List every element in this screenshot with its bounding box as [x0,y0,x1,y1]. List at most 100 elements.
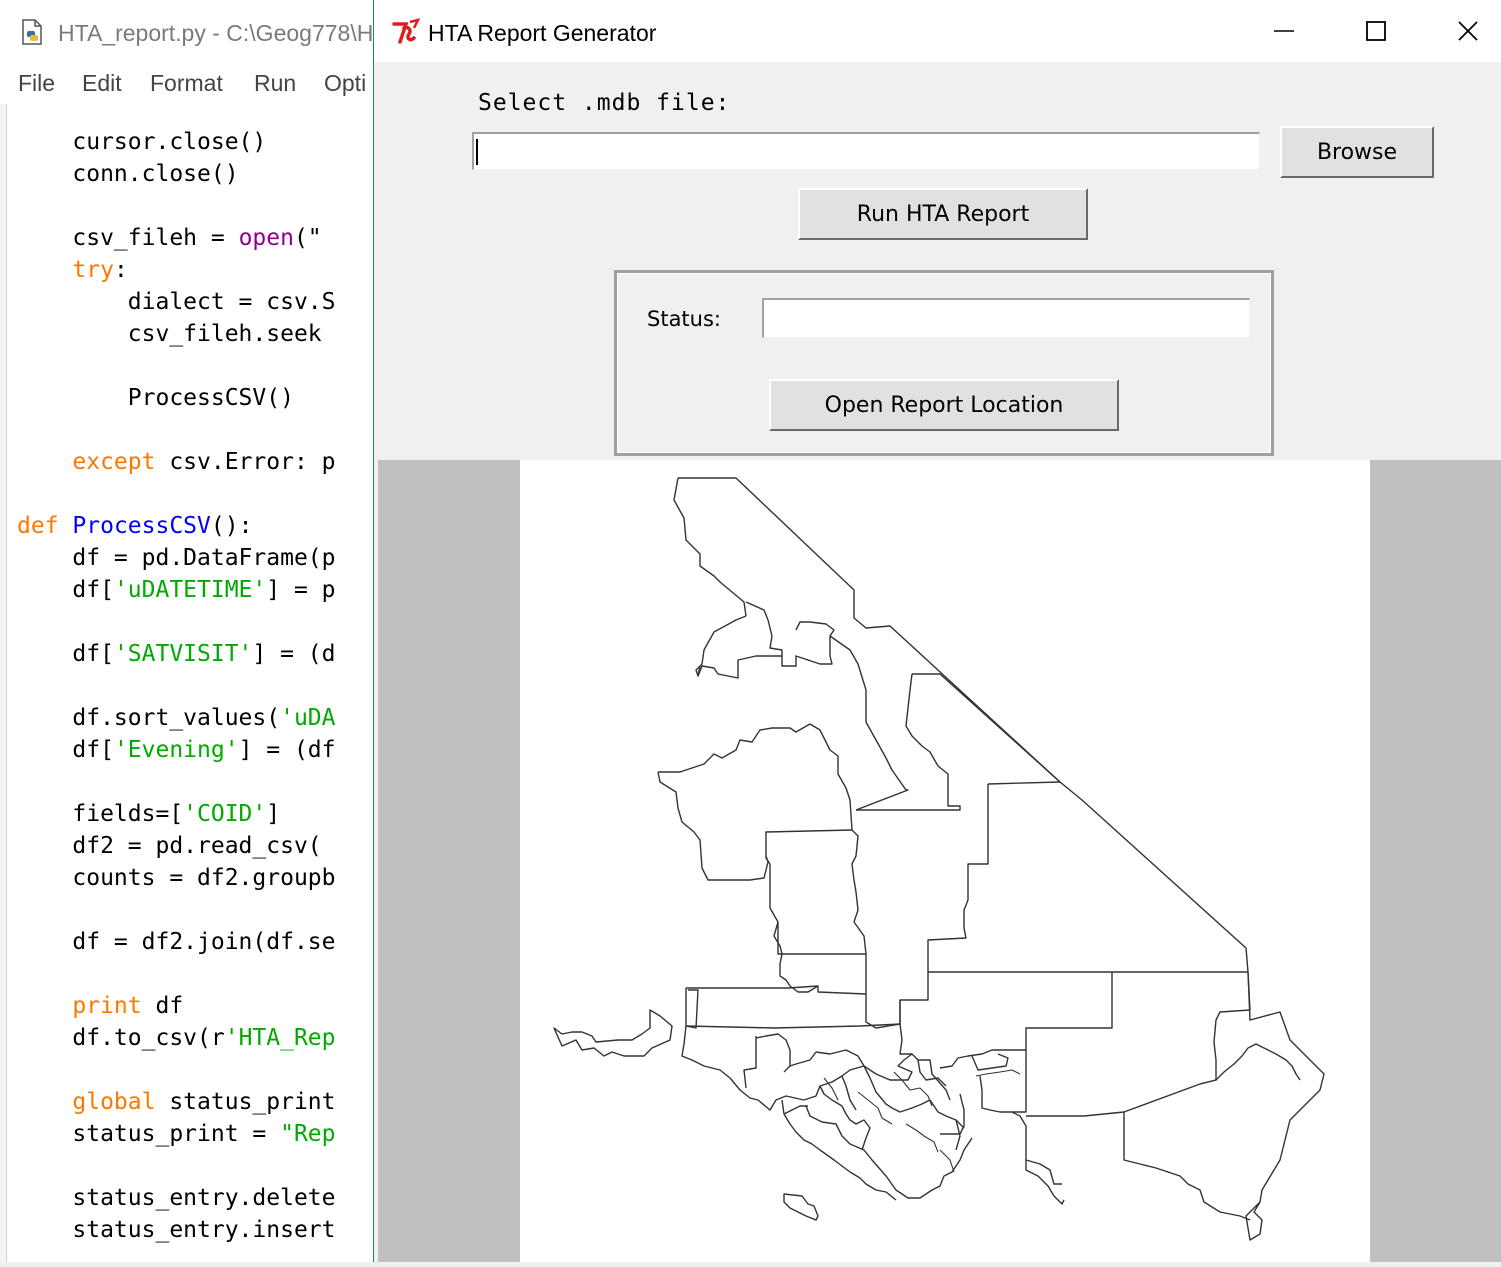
code-token: 'HTA_Rep [224,1025,336,1051]
hta-report-window[interactable]: HTA Report Generator Select .mdb file: B… [373,0,1501,1262]
map-boundary [1123,1112,1251,1221]
code-line: df2 = pd.read_csv( [17,830,322,862]
code-token: ] [266,801,281,827]
map-boundary [697,655,782,679]
map-boundary [765,829,853,865]
code-line: df.sort_values('uDA [17,702,336,734]
code-token: csv_fileh.seek [127,321,322,347]
map-boundary [657,771,769,881]
code-token: open [238,225,294,251]
tk-feather-icon [392,18,421,44]
map-boundary [673,477,747,617]
editor-titlebar[interactable]: HTA_report.py - C:\Geog778\H [0,0,376,62]
code-token: df[ [72,577,114,603]
code-token: cursor.close() [72,129,267,155]
map-panel [378,460,1501,1262]
code-token: fields=[ [72,801,184,827]
run-hta-report-button[interactable]: Run HTA Report [798,188,1088,240]
code-line: try: [17,254,128,286]
code-line: ProcessCSV() [17,382,294,414]
code-token: df.sort_values( [72,705,281,731]
code-token: status_print [155,1089,336,1115]
code-token: df = df2.join(df.se [72,929,336,955]
map-boundary [979,1075,1065,1205]
code-token: status_entry.insert [72,1217,336,1243]
code-line: global status_print [17,1086,336,1118]
code-token: 'SATVISIT' [113,641,253,667]
code-line: print df [17,990,183,1022]
code-token: df2 = pd.read_csv( [72,833,322,859]
menu-options[interactable]: Opti [324,70,366,97]
code-line: fields=['COID'] [17,798,280,830]
code-token: 'uDA [280,705,336,731]
code-token: df[ [72,737,114,763]
code-token: status_entry.delete [72,1185,336,1211]
map-boundary [1026,971,1251,1117]
code-token: except [72,449,156,475]
code-token: 'COID' [183,801,267,827]
editor-menubar: File Edit Format Run Opti [0,62,376,105]
map-boundary [743,1036,757,1089]
map-boundary [805,1105,973,1199]
code-token: csv.Error: p [155,449,336,475]
map-boundary [658,723,853,831]
code-line: except csv.Error: p [17,446,336,478]
menu-run[interactable]: Run [254,70,296,97]
idle-editor-window[interactable]: HTA_report.py - C:\Geog778\H File Edit F… [0,0,377,1262]
close-button[interactable] [1422,0,1501,62]
map-boundary [553,1009,673,1057]
code-token: (): [210,513,253,539]
code-token: try [72,257,114,283]
map-boundary [929,1099,965,1151]
map-boundary [899,1023,912,1055]
menu-format[interactable]: Format [150,70,223,97]
map-canvas [520,460,1370,1262]
code-line: df = df2.join(df.se [17,926,336,958]
code-line: df = pd.DataFrame(p [17,542,336,574]
code-token: print [72,993,142,1019]
menu-edit[interactable]: Edit [82,70,122,97]
map-boundary [769,864,867,995]
map-boundary [975,1069,1021,1077]
maximize-icon [1366,21,1386,41]
status-label: Status: [647,307,721,331]
maximize-button[interactable] [1330,0,1422,62]
code-line: df['Evening'] = (df [17,734,336,766]
map-boundary [685,985,901,1029]
browse-button[interactable]: Browse [1280,126,1434,178]
code-token: ] = p [266,577,336,603]
code-token: status_print = [72,1121,281,1147]
code-token: 'Evening' [113,737,239,763]
mdb-path-input[interactable] [472,132,1260,170]
minimize-button[interactable] [1238,0,1330,62]
editor-title: HTA_report.py - C:\Geog778\H [58,20,374,46]
code-line: csv_fileh.seek [17,318,322,350]
code-line: conn.close() [17,158,238,190]
window-titlebar[interactable]: HTA Report Generator [374,0,1501,62]
status-entry[interactable] [762,298,1250,338]
code-token: counts = df2.groupb [72,865,336,891]
map-boundary [755,1033,791,1073]
code-token: ProcessCSV() [127,385,294,411]
menu-file[interactable]: File [18,70,55,97]
code-token: ] = (d [252,641,336,667]
code-token: global [72,1089,156,1115]
open-report-location-button[interactable]: Open Report Location [769,379,1119,431]
code-token: ] = (df [238,737,336,763]
code-token: def [17,513,59,539]
map-boundary [893,1071,933,1107]
code-token: df[ [72,641,114,667]
code-line: df.to_csv(r'HTA_Rep [17,1022,336,1054]
code-editor-text[interactable]: cursor.close() conn.close() csv_fileh = … [6,104,377,1262]
code-line: dialect = csv.S [17,286,336,318]
map-boundary [829,635,909,811]
code-token: "Rep [280,1121,336,1147]
map-boundary [1012,972,1113,1113]
python-file-icon [22,19,42,45]
select-mdb-label: Select .mdb file: [478,90,731,116]
code-token: df = pd.DataFrame(p [72,545,336,571]
code-line: df['SATVISIT'] = (d [17,638,336,670]
map-boundary [783,1105,808,1115]
code-token: : [113,257,128,283]
